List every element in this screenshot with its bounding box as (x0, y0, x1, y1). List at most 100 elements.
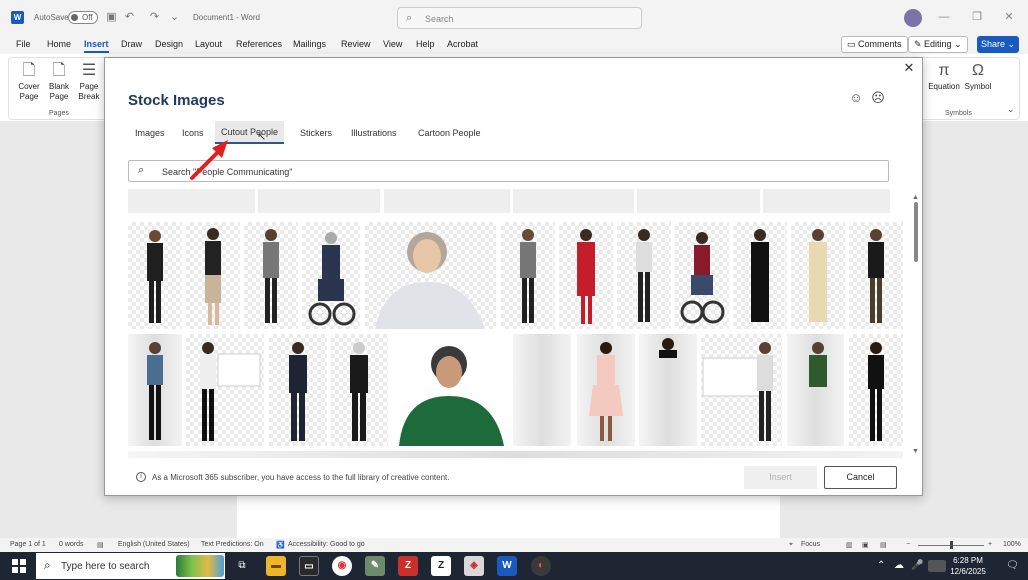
text-predictions[interactable]: Text Predictions: On (201, 541, 264, 548)
image-thumbnail[interactable] (701, 334, 782, 446)
blank-page-button[interactable]: 🗋 Blank Page (45, 60, 73, 102)
image-thumbnail[interactable] (849, 222, 903, 329)
image-thumbnail[interactable] (365, 222, 496, 329)
image-thumbnail[interactable] (791, 222, 845, 329)
image-thumbnail[interactable] (639, 334, 697, 446)
minimize-icon[interactable]: — (936, 10, 952, 24)
title-search-box[interactable]: ⌕ Search (397, 7, 642, 29)
autosave-toggle[interactable]: Off (68, 11, 98, 24)
accessibility-status[interactable]: Accessibility: Good to go (288, 541, 365, 548)
read-mode-icon[interactable]: ▥ (846, 541, 853, 549)
image-thumbnail[interactable] (513, 334, 571, 446)
file-explorer-icon[interactable]: ▬ (266, 556, 286, 576)
image-thumbnail[interactable] (617, 222, 671, 329)
restore-icon[interactable]: ❐ (969, 10, 985, 24)
image-thumbnail[interactable] (577, 334, 635, 446)
zoom-in-icon[interactable]: + (988, 541, 992, 548)
terminal-icon[interactable]: ▭ (299, 556, 319, 576)
tab-insert[interactable]: Insert (84, 39, 109, 53)
tab-images[interactable]: Images (135, 128, 165, 138)
proofing-icon[interactable]: ▤ (97, 541, 104, 549)
taskbar-clock[interactable]: 6:28 PM 12/6/2025 (949, 555, 987, 577)
tab-illustrations[interactable]: Illustrations (351, 128, 397, 138)
image-thumbnail[interactable] (787, 334, 844, 446)
zoom-out-icon[interactable]: − (906, 541, 910, 548)
image-thumbnail[interactable] (559, 222, 613, 329)
smile-feedback-icon[interactable]: ☺ (849, 91, 863, 105)
image-thumbnail[interactable] (302, 222, 360, 329)
stock-search-input[interactable]: ⌕ Search "People Communicating" (128, 160, 889, 182)
ribbon-collapse-icon[interactable]: ⌄ (1007, 104, 1015, 115)
frown-feedback-icon[interactable]: ☹ (871, 91, 885, 105)
customize-toolbar-icon[interactable]: ⌄ (168, 11, 181, 24)
microphone-icon[interactable]: 🎤 (911, 560, 923, 571)
notification-icon[interactable]: 🗨 (1006, 560, 1019, 571)
tab-view[interactable]: View (383, 39, 402, 49)
word-count[interactable]: 0 words (59, 541, 84, 548)
image-thumbnail[interactable] (186, 222, 240, 329)
image-thumbnail[interactable] (269, 334, 327, 446)
tab-references[interactable]: References (236, 39, 282, 49)
editing-button[interactable]: ✎ Editing ⌄ (908, 36, 968, 53)
tab-acrobat[interactable]: Acrobat (447, 39, 478, 49)
image-thumbnail[interactable] (501, 222, 555, 329)
results-scrollbar[interactable]: ▲ ▼ (912, 194, 920, 458)
snipping-tool-icon[interactable]: ◐ (531, 556, 551, 576)
category-tile[interactable] (637, 189, 760, 213)
scrollbar-thumb[interactable] (914, 202, 918, 262)
image-thumbnail[interactable] (128, 334, 182, 446)
task-view-icon[interactable]: ⧉ (232, 556, 252, 576)
equation-button[interactable]: π Equation (925, 60, 963, 92)
close-window-icon[interactable]: ✕ (1001, 10, 1017, 24)
tab-stickers[interactable]: Stickers (300, 128, 332, 138)
paint-icon[interactable]: ◈ (464, 556, 484, 576)
page-break-button[interactable]: ☰ Page Break (75, 60, 103, 102)
undo-icon[interactable]: ↶ (123, 11, 136, 24)
close-icon[interactable]: ✕ (901, 60, 917, 76)
zoom-slider-handle[interactable] (950, 541, 953, 549)
tab-icons[interactable]: Icons (182, 128, 204, 138)
insert-button[interactable]: Insert (744, 466, 817, 489)
user-avatar[interactable] (904, 9, 922, 27)
print-layout-icon[interactable]: ▣ (862, 541, 869, 549)
language-indicator[interactable]: English (United States) (118, 541, 190, 548)
cover-page-button[interactable]: 🗋 Cover Page (15, 60, 43, 102)
image-thumbnail[interactable] (331, 334, 388, 446)
redo-icon[interactable]: ↷ (148, 11, 161, 24)
filezilla-icon[interactable]: Z (398, 556, 418, 576)
focus-mode[interactable]: Focus (801, 541, 820, 548)
save-icon[interactable]: ▣ (105, 11, 118, 24)
category-tile[interactable] (128, 189, 255, 213)
tab-home[interactable]: Home (47, 39, 71, 49)
image-thumbnail[interactable] (244, 222, 298, 329)
category-tile[interactable] (763, 189, 890, 213)
symbol-button[interactable]: Ω Symbol (959, 60, 997, 92)
category-tile[interactable] (384, 189, 510, 213)
cancel-button[interactable]: Cancel (824, 466, 897, 489)
windows-start-icon[interactable] (12, 559, 26, 573)
zotero-icon[interactable]: Z (431, 556, 451, 576)
tray-chevron-up-icon[interactable]: ⌃ (877, 560, 885, 571)
image-thumbnail[interactable] (849, 334, 903, 446)
category-tile[interactable] (258, 189, 380, 213)
scroll-up-icon[interactable]: ▲ (912, 194, 919, 201)
web-layout-icon[interactable]: ▤ (880, 541, 887, 549)
comments-button[interactable]: ▭ Comments (841, 36, 908, 53)
tab-cartoon-people[interactable]: Cartoon People (418, 128, 481, 138)
tab-help[interactable]: Help (416, 39, 435, 49)
chrome-icon[interactable]: ◉ (332, 556, 352, 576)
tray-app-icon[interactable] (928, 560, 946, 572)
scroll-down-icon[interactable]: ▼ (912, 448, 919, 455)
image-thumbnail[interactable] (733, 222, 787, 329)
search-highlight-image[interactable] (176, 555, 224, 577)
category-tile[interactable] (513, 189, 634, 213)
tab-draw[interactable]: Draw (121, 39, 142, 49)
tab-design[interactable]: Design (155, 39, 183, 49)
image-thumbnail[interactable] (675, 222, 729, 329)
zoom-level[interactable]: 100% (1003, 541, 1021, 548)
cloud-icon[interactable]: ☁ (894, 560, 904, 571)
share-button[interactable]: Share ⌄ (977, 36, 1019, 53)
word-taskbar-icon[interactable]: W (497, 556, 517, 576)
tab-mailings[interactable]: Mailings (293, 39, 326, 49)
app-icon[interactable]: ✎ (365, 556, 385, 576)
